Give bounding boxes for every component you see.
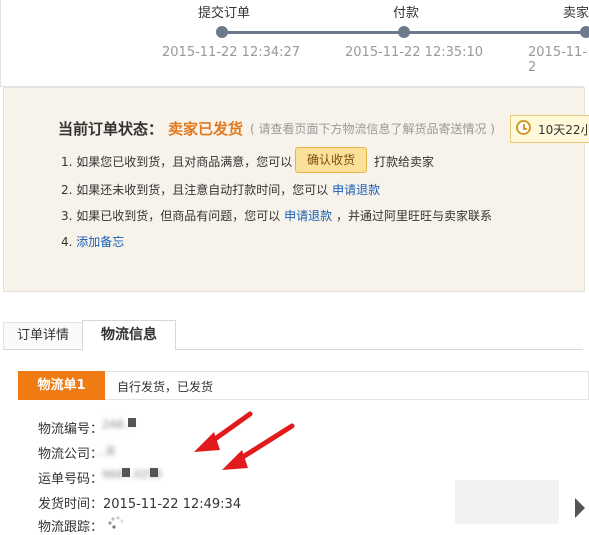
add-memo-link[interactable]: 添加备忘 [76, 235, 124, 249]
tracking-number-label: 运单号码： [38, 472, 104, 487]
blurred-area [455, 480, 559, 524]
instruction-line-4: 4. 添加备忘 [61, 233, 124, 250]
instruction-line-2: 2. 如果还未收到货，且注意自动打款时间，您可以 申请退款 [61, 181, 380, 198]
apply-refund-link[interactable]: 申请退款 [284, 209, 332, 223]
ship-time-label: 发货时间：2015-11-22 12:49:34 [38, 493, 241, 512]
redaction-mark [128, 418, 136, 427]
instruction-text: 3. 如果已收到货，但商品有问题，您可以 [61, 209, 281, 223]
status-value: 卖家已发货 [168, 120, 244, 138]
instruction-text: 打款给卖家 [374, 155, 435, 169]
redaction-mark [122, 468, 130, 477]
redaction-mark [150, 468, 158, 477]
ship-time-value: 2015-11-22 12:49:34 [103, 497, 242, 512]
loading-spinner-icon [108, 516, 124, 529]
progress-step-dot [398, 26, 410, 38]
progress-step-dot [580, 26, 589, 38]
apply-refund-link[interactable]: 申请退款 [332, 183, 380, 197]
confirm-receipt-button[interactable]: 确认收货 [295, 147, 367, 173]
status-hint: ( 请查看页面下方物流信息了解货品寄送情况 ) [250, 122, 495, 136]
status-title: 当前订单状态： [58, 120, 164, 138]
instruction-text: 1. 如果您已收到货，且对商品满意，您可以 [61, 155, 293, 169]
progress-step-label: 卖家 [563, 6, 589, 21]
ship-time-label-text: 发货时间： [38, 497, 104, 512]
clock-icon [516, 120, 531, 135]
instruction-text: 4. [61, 235, 73, 249]
progress-step-dot [216, 26, 228, 38]
instruction-line-1: 1. 如果您已收到货，且对商品满意，您可以 [61, 153, 292, 170]
instruction-text: ，并通过阿里旺旺与卖家联系 [335, 209, 492, 223]
tab-logistics[interactable]: 物流信息 [82, 320, 176, 351]
scroll-right-arrow-icon[interactable] [575, 498, 585, 518]
tab-order-detail[interactable]: 订单详情 [3, 322, 83, 349]
logistics-status: 自行发货，已发货 [117, 380, 214, 394]
logistics-order-badge[interactable]: 物流单1 [18, 371, 105, 400]
progress-step-time: 2015-11-22 12:34:27 [162, 45, 301, 60]
red-annotation-arrow-icon [194, 411, 295, 470]
progress-step-label: 提交订单 [198, 6, 251, 21]
logistics-company-value: …天 [94, 445, 116, 458]
progress-step-time: 2015-11-22 12:35:10 [345, 45, 484, 60]
progress-step-time: 2015-11-2 [528, 45, 588, 75]
tracking-trace-label: 物流跟踪： [38, 520, 104, 535]
countdown-text: 10天22小 [538, 123, 589, 137]
order-progress-panel [0, 0, 583, 87]
progress-step-label: 付款 [393, 6, 420, 21]
logistics-number-label: 物流编号： [38, 422, 104, 437]
instruction-line-3: 3. 如果已收到货，但商品有问题，您可以 申请退款 ，并通过阿里旺旺与卖家联系 [61, 207, 492, 224]
instruction-text: 2. 如果还未收到货，且注意自动打款时间，您可以 [61, 183, 329, 197]
